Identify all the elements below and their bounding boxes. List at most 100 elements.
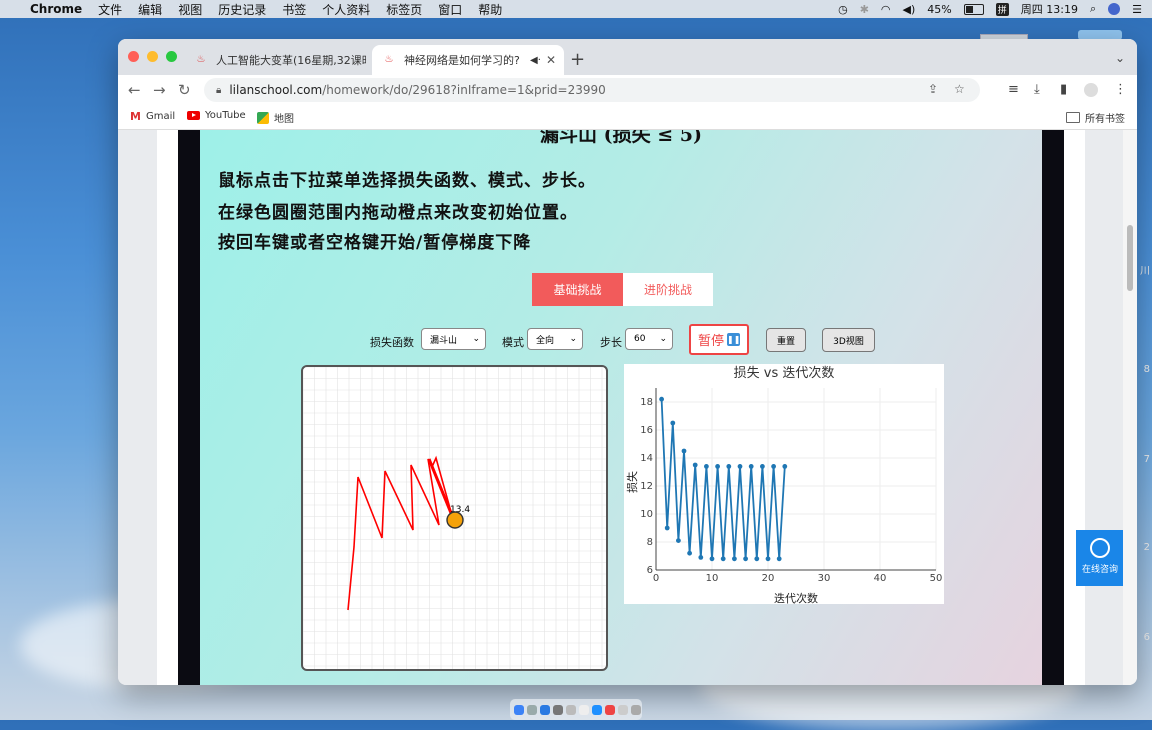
lock-icon[interactable]: 🔒︎ [216, 85, 221, 96]
new-tab-button[interactable]: + [570, 49, 585, 70]
zoom-window-button[interactable] [166, 51, 177, 62]
app-store-icon[interactable] [592, 704, 602, 715]
advanced-challenge-button[interactable]: 进阶挑战 [623, 273, 713, 306]
back-arrow-icon[interactable]: ← [128, 81, 141, 99]
loss-data-point [776, 556, 782, 562]
bookmark-maps[interactable]: 地图 [257, 110, 294, 125]
menu-tabs[interactable]: 标签页 [386, 1, 422, 18]
basic-challenge-button[interactable]: 基础挑战 [532, 273, 623, 306]
reload-icon[interactable]: ↻ [178, 81, 191, 99]
descent-canvas[interactable]: 13.4 [301, 365, 608, 671]
menu-app-name[interactable]: Chrome [30, 2, 82, 16]
chart-title: 损失 vs 迭代次数 [734, 365, 835, 381]
orange-start-point[interactable] [446, 511, 464, 529]
x-tick-label: 20 [762, 573, 775, 584]
x-tick-label: 0 [653, 573, 659, 584]
bookmark-youtube[interactable]: YouTube [187, 110, 246, 121]
page-viewport: 漏斗山 (损失 ≤ 5) 鼠标点击下拉菜单选择损失函数、模式、步长。 在绿色圆圈… [118, 130, 1137, 685]
loss-data-point [715, 464, 720, 469]
input-method-icon[interactable]: 拼 [995, 2, 1009, 16]
pause-label: 暂停 [697, 334, 724, 349]
3d-view-button[interactable]: 3D视图 [822, 328, 875, 352]
tab-audio-icon[interactable]: ◀· [530, 55, 541, 66]
photos-icon[interactable] [618, 704, 628, 715]
x-tick-label: 50 [930, 573, 943, 584]
reset-button[interactable]: 重置 [766, 328, 806, 352]
scrollbar-thumb[interactable] [1127, 225, 1133, 291]
loss-data-point [709, 556, 715, 562]
forward-arrow-icon[interactable]: → [153, 81, 166, 99]
share-icon[interactable]: ⇪ [928, 82, 938, 96]
address-bar[interactable]: 🔒︎ lilanschool.com /homework/do/29618?in… [204, 78, 980, 102]
pause-icon: ❚❚ [727, 333, 741, 346]
tab-ai-course[interactable]: ♨ 人工智能大变革(16星期,32课时) [184, 45, 372, 75]
safari-icon[interactable] [540, 704, 550, 715]
side-panel-icon[interactable]: ▮ [1060, 82, 1067, 97]
spotlight-search-icon[interactable]: ⌕ [1090, 2, 1096, 16]
close-window-button[interactable] [128, 51, 139, 62]
time-machine-icon[interactable]: ◷ [838, 3, 848, 16]
battery-icon[interactable] [963, 3, 984, 15]
site-favicon-icon: ♨ [196, 54, 206, 65]
y-tick-label: 8 [647, 537, 653, 548]
y-axis-label: 损失 [625, 471, 639, 493]
tab-neural-network[interactable]: ♨ 神经网络是如何学习的? ◀· ✕ [372, 45, 564, 75]
menu-profile[interactable]: 个人资料 [322, 1, 370, 18]
menu-view[interactable]: 视图 [178, 1, 202, 18]
menu-history[interactable]: 历史记录 [218, 1, 266, 18]
wifi-icon[interactable]: ◠ [881, 3, 891, 16]
loss-chart-svg: 损失 vs 迭代次数6810121416180 10 20 30 40 50迭代次数损失 [625, 365, 943, 605]
chevron-down-icon: ⌄ [472, 334, 480, 344]
loss-data-point [676, 538, 681, 543]
menu-file[interactable]: 文件 [98, 1, 122, 18]
tab-search-chevron-icon[interactable]: ⌄ [1115, 51, 1125, 65]
volume-icon[interactable]: ◀) [903, 3, 916, 16]
descent-canvas-svg: 13.4 [303, 367, 606, 669]
menu-window[interactable]: 窗口 [438, 1, 462, 18]
chrome-icon[interactable] [605, 704, 615, 715]
menu-edit[interactable]: 编辑 [138, 1, 162, 18]
settings-icon[interactable] [553, 704, 563, 715]
trash-icon[interactable] [631, 704, 641, 715]
minimize-window-button[interactable] [147, 51, 158, 62]
loss-function-select[interactable]: 漏斗山 ⌄ [421, 328, 486, 350]
all-bookmarks[interactable]: 所有书签 [1066, 110, 1125, 125]
gmail-icon: M [130, 110, 141, 123]
control-center-icon[interactable]: ☰ [1132, 3, 1142, 16]
loss-function-label: 损失函数 [370, 336, 414, 349]
preview-icon[interactable] [579, 704, 589, 715]
bookmark-gmail[interactable]: M Gmail [130, 110, 175, 123]
desktop-label: 川 [1140, 266, 1150, 277]
page-scrollbar[interactable] [1123, 130, 1137, 685]
mode-select[interactable]: 全向 ⌄ [527, 328, 583, 350]
step-select[interactable]: 60 ⌄ [625, 328, 673, 350]
menu-bookmarks[interactable]: 书签 [282, 1, 306, 18]
loss-series-line [660, 399, 786, 559]
online-consult-button[interactable]: 在线咨询 [1076, 530, 1124, 586]
siri-icon[interactable] [1108, 3, 1121, 15]
loss-data-point [771, 464, 776, 469]
download-icon[interactable]: ⤓ [1034, 82, 1040, 97]
url-path: /homework/do/29618?inIframe=1&prid=23990 [322, 83, 606, 97]
menubar-clock[interactable]: 周四 13:19 [1021, 1, 1078, 17]
pause-button[interactable]: 暂停 ❚❚ [689, 324, 749, 355]
more-menu-icon[interactable]: ⋮ [1114, 82, 1127, 97]
tab-strip: ♨ 人工智能大变革(16星期,32课时) ♨ 神经网络是如何学习的? ◀· ✕ … [118, 39, 1137, 75]
profile-avatar-icon[interactable] [1084, 83, 1098, 97]
bookmarks-bar: M Gmail YouTube 地图 所有书签 [118, 105, 1137, 130]
finder-icon[interactable] [514, 704, 524, 715]
notes-icon[interactable] [566, 704, 576, 715]
bookmark-label: 所有书签 [1085, 114, 1125, 125]
bluetooth-icon[interactable]: ✱ [860, 3, 869, 16]
loss-data-point [748, 464, 754, 469]
desktop-label: 6 [1143, 632, 1150, 643]
window-controls [128, 51, 177, 62]
loss-data-point [681, 448, 687, 454]
reading-list-icon[interactable]: ≡ [1008, 82, 1019, 97]
y-tick-label: 18 [640, 397, 653, 408]
bookmark-star-icon[interactable]: ☆ [954, 82, 965, 96]
close-tab-icon[interactable]: ✕ [546, 53, 556, 67]
x-axis-label: 迭代次数 [774, 591, 818, 604]
launchpad-icon[interactable] [527, 704, 537, 715]
menu-help[interactable]: 帮助 [478, 1, 502, 18]
